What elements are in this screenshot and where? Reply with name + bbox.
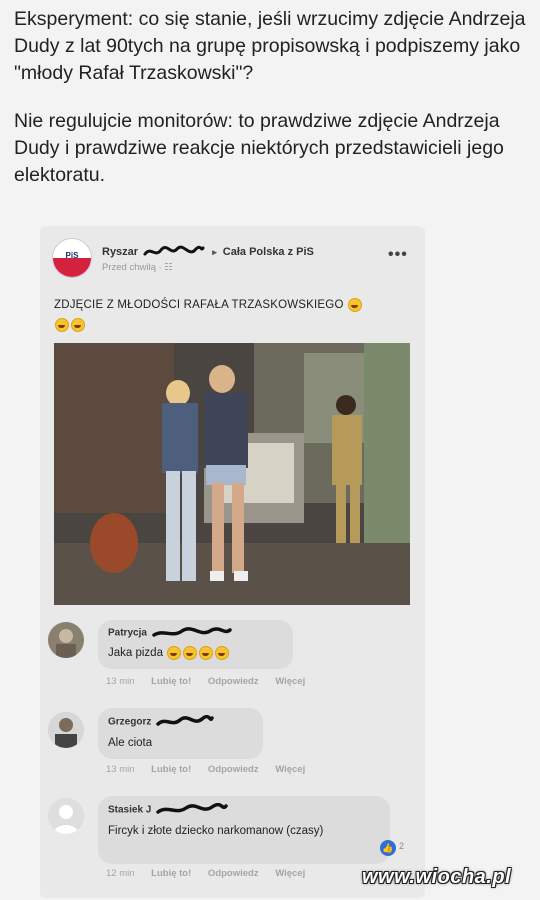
laughing-emoji-icon — [199, 645, 214, 660]
like-link[interactable]: Lubię to! — [151, 676, 191, 687]
comment-text: Jaka pizda — [108, 647, 163, 659]
comment-time: 13 min — [106, 676, 135, 687]
caption-text: Eksperyment: co się stanie, jeśli wrzuci… — [14, 6, 530, 210]
comment-time: 13 min — [106, 764, 135, 775]
avatar[interactable] — [48, 622, 84, 658]
reply-link[interactable]: Odpowiedz — [208, 764, 259, 775]
redaction-scribble-icon — [143, 245, 205, 256]
like-link[interactable]: Lubię to! — [151, 868, 191, 879]
comment-text: Ale ciota — [108, 737, 153, 749]
more-link[interactable]: Więcej — [275, 676, 305, 687]
post-header: PiS Ryszar ▸ Cała Polska z PiS Przed chw… — [52, 236, 412, 284]
like-link[interactable]: Lubię to! — [151, 764, 191, 775]
comment-item: Grzegorz Ale ciota 13 min Lubię to! Odpo… — [48, 708, 408, 780]
reply-link[interactable]: Odpowiedz — [208, 676, 259, 687]
post-photo[interactable] — [54, 343, 410, 605]
comment-bubble: Patrycja Jaka pizda — [98, 620, 293, 669]
comment-item: Stasiek J Fircyk i złote dziecko narkoma… — [48, 796, 408, 886]
laughing-emoji-icon — [167, 645, 182, 660]
comment-actions: 12 min Lubię to! Odpowiedz Więcej — [106, 868, 319, 879]
more-options-button[interactable]: ••• — [388, 246, 408, 264]
comment-time: 12 min — [106, 868, 135, 879]
laughing-emoji-icon — [215, 645, 230, 660]
watermark: www.wiocha.pl — [362, 866, 512, 888]
redaction-scribble-icon — [156, 803, 228, 814]
reply-link[interactable]: Odpowiedz — [208, 868, 259, 879]
laughing-emoji-icon — [71, 317, 85, 332]
post-text-content: ZDJĘCIE Z MŁODOŚCI RAFAŁA TRZASKOWSKIEGO — [54, 299, 344, 311]
like-reaction-icon[interactable]: 👍 — [380, 840, 396, 856]
more-link[interactable]: Więcej — [275, 764, 305, 775]
avatar[interactable] — [48, 712, 84, 748]
caption-paragraph-2: Nie regulujcie monitorów: to prawdziwe z… — [14, 110, 504, 186]
comment-author[interactable]: Patrycja — [108, 628, 147, 639]
post-timestamp: Przed chwilą · ☷ — [102, 262, 173, 273]
redaction-scribble-icon — [151, 627, 232, 637]
comment-text: Fircyk i złote dziecko narkomanow (czasy… — [108, 825, 324, 837]
laughing-emoji-icon — [183, 645, 198, 660]
comment-actions: 13 min Lubię to! Odpowiedz Więcej — [106, 676, 319, 687]
redaction-scribble-icon — [156, 715, 214, 726]
comment-bubble: Stasiek J Fircyk i złote dziecko narkoma… — [98, 796, 390, 864]
post-group[interactable]: Cała Polska z PiS — [223, 246, 314, 258]
post-text: ZDJĘCIE Z MŁODOŚCI RAFAŁA TRZASKOWSKIEGO — [54, 295, 404, 335]
laughing-emoji-icon — [348, 297, 362, 312]
comment-bubble: Grzegorz Ale ciota — [98, 708, 263, 759]
share-arrow-icon: ▸ — [212, 246, 217, 257]
avatar[interactable] — [48, 798, 84, 834]
laughing-emoji-icon — [55, 317, 69, 332]
like-count: 2 — [399, 841, 405, 851]
photo-illustration — [54, 343, 410, 605]
pis-logo-icon[interactable]: PiS — [52, 238, 92, 278]
more-link[interactable]: Więcej — [275, 868, 305, 879]
comment-author[interactable]: Grzegorz — [108, 717, 151, 728]
comment-author[interactable]: Stasiek J — [108, 805, 151, 816]
post-author[interactable]: Ryszar — [102, 246, 138, 258]
caption-paragraph-1: Eksperyment: co się stanie, jeśli wrzuci… — [14, 8, 526, 84]
comment-actions: 13 min Lubię to! Odpowiedz Więcej — [106, 764, 319, 775]
comment-item: Patrycja Jaka pizda 13 min Lubię to! Odp… — [48, 620, 408, 692]
